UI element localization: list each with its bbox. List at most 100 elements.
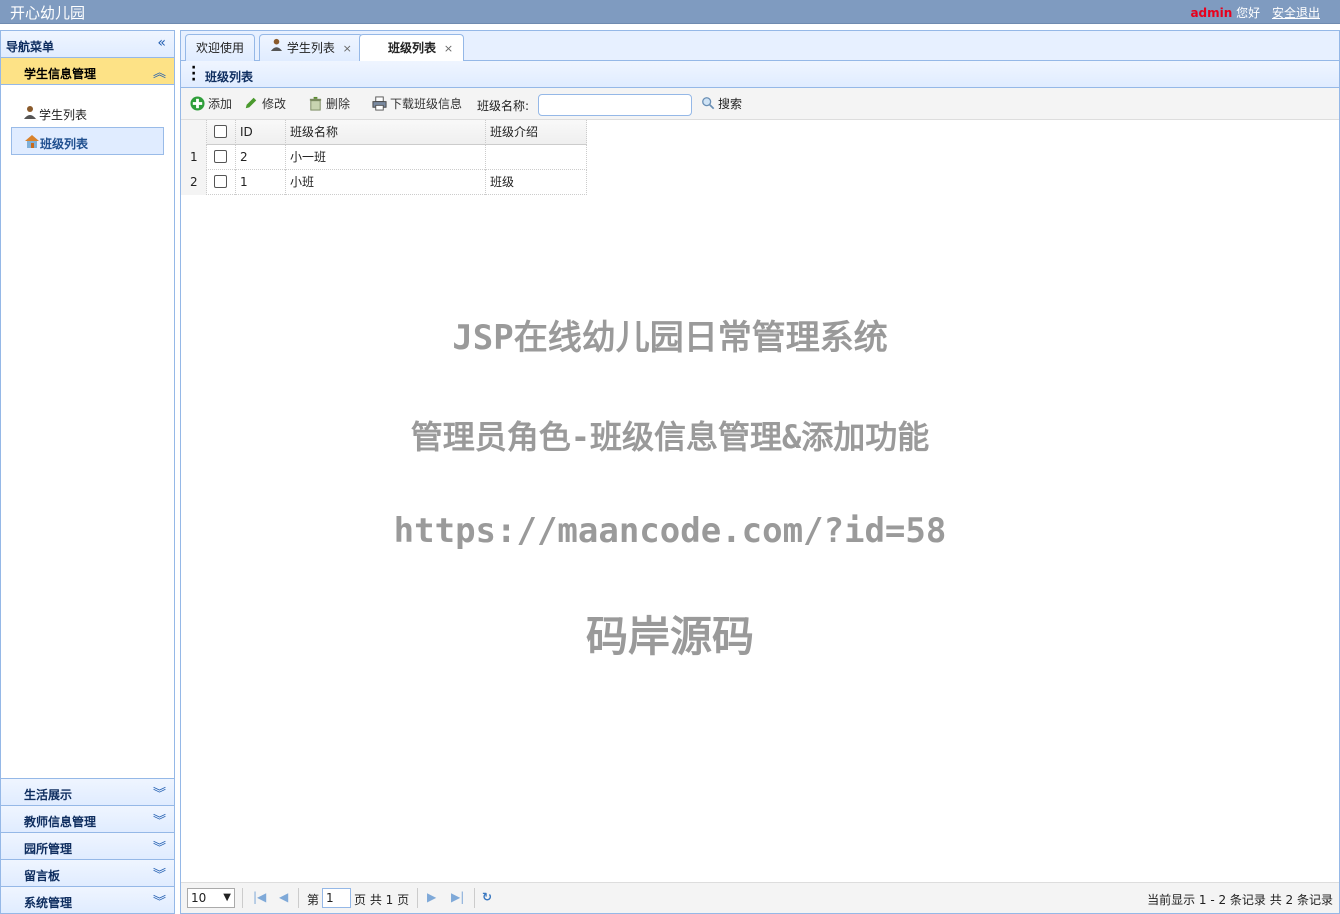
watermark-line-4: 码岸源码 [585,612,754,661]
row-checkbox-cell[interactable] [207,145,236,170]
edit-button[interactable]: 修改 [243,95,286,113]
page-prefix: 第 [307,893,320,907]
row-checkbox-cell[interactable] [207,170,236,195]
download-label: 下载班级信息 [390,97,463,111]
sidebar-item-label: 班级列表 [40,137,89,151]
pager-separator [417,888,418,908]
app-title: 开心幼儿园 [10,4,86,22]
table-row[interactable]: 1 2 小一班 [181,145,587,170]
accordion-title: 留言板 [24,869,61,883]
pager-separator [474,888,475,908]
search-label: 班级名称: [477,99,530,113]
sidebar-item-student-list[interactable]: 学生列表 [11,99,164,127]
watermark-line-1: JSP在线幼儿园日常管理系统 [452,318,888,358]
collapse-sidebar-icon[interactable]: « [157,35,166,51]
search-button[interactable]: 搜索 [701,95,742,113]
cell-id: 2 [236,145,286,170]
column-header-name[interactable]: 班级名称 [286,120,486,145]
download-button[interactable]: 下载班级信息 [371,95,462,113]
plus-icon [189,95,205,113]
tab-class-list[interactable]: 班级列表 × [359,34,465,62]
add-label: 添加 [208,97,233,111]
chevron-down-icon[interactable]: ︾ [153,810,166,829]
accordion-message-board[interactable]: 留言板 ︾ [1,859,174,886]
house-icon [24,134,39,148]
toolbar: 添加 修改 删除 下载班级信息 班级名称: 搜索 [181,88,1339,120]
cell-intro [486,145,587,170]
user-box: admin 您好 安全退出 [1190,4,1320,21]
tab-welcome[interactable]: 欢迎使用 [185,34,256,61]
search-icon [701,95,715,113]
tab-label: 班级列表 [388,41,437,55]
first-page-icon[interactable]: |◀ [253,890,266,904]
page-number-input[interactable]: 1 [322,888,351,908]
pencil-icon [243,95,259,113]
sidebar-title: 导航菜单 [6,40,55,54]
watermark-line-3: https://maancode.com/?id=58 [393,511,947,551]
accordion-student-management[interactable]: 学生信息管理 ︽ [1,58,174,85]
accordion-title: 园所管理 [24,842,73,856]
accordion-title: 教师信息管理 [24,815,97,829]
panel-title: 班级列表 [205,70,254,84]
accordion-title: 生活展示 [24,788,73,802]
row-checkbox[interactable] [214,175,227,188]
accordion-teacher-management[interactable]: 教师信息管理 ︾ [1,805,174,832]
sidebar: 导航菜单 « 学生信息管理 ︽ 学生列表 班级列表 生活展示 ︾ 教师信息管理 … [0,30,175,914]
app-header: 开心幼儿园 admin 您好 安全退出 [0,0,1340,24]
accordion-life-display[interactable]: 生活展示 ︾ [1,778,174,805]
accordion-system-management[interactable]: 系统管理 ︾ [1,886,174,913]
refresh-icon[interactable]: ↻ [482,890,492,904]
printer-icon [371,95,387,113]
tab-label: 学生列表 [286,41,335,55]
record-info: 当前显示 1 - 2 条记录 共 2 条记录 [1147,893,1333,907]
row-number: 2 [181,170,207,195]
row-checkbox[interactable] [214,150,227,163]
page-total-text: 页 共 1 页 [354,893,410,907]
user-icon [270,34,283,60]
page-size-value: 10 [191,891,207,905]
search-button-label: 搜索 [718,97,743,111]
row-number: 1 [181,145,207,170]
tab-label: 欢迎使用 [196,41,245,55]
prev-page-icon[interactable]: ◀ [279,890,288,904]
chevron-down-icon[interactable]: ︾ [153,783,166,802]
pager-separator [298,888,299,908]
select-all-checkbox[interactable] [214,125,227,138]
edit-label: 修改 [262,97,287,111]
last-page-icon[interactable]: ▶| [451,890,464,904]
accordion-title: 系统管理 [24,896,73,910]
tab-student-list[interactable]: 学生列表 × [259,34,363,61]
class-data-grid: ID 班级名称 班级介绍 1 2 小一班 2 1 小班 班级 [181,120,587,195]
chevron-down-icon[interactable]: ︾ [153,891,166,910]
page-size-select[interactable]: 10 ▼ [187,888,235,908]
close-icon[interactable]: × [343,42,352,55]
watermark-line-2: 管理员角色-班级信息管理&添加功能 [410,418,930,456]
chevron-down-icon[interactable]: ︾ [153,864,166,883]
cell-name: 小一班 [286,145,486,170]
logout-link[interactable]: 安全退出 [1272,6,1320,20]
delete-label: 删除 [326,97,351,111]
cell-id: 1 [236,170,286,195]
chevron-down-icon[interactable]: ︾ [153,837,166,856]
sidebar-item-label: 学生列表 [39,108,88,122]
table-row[interactable]: 2 1 小班 班级 [181,170,587,195]
add-button[interactable]: 添加 [189,95,232,113]
dots-icon: · · · [191,60,197,88]
main-area: 欢迎使用 学生列表 × 班级列表 × · · · 班级列表 添加 修改 删除 下… [180,30,1340,914]
accordion-campus-management[interactable]: 园所管理 ︾ [1,832,174,859]
accordion-title: 学生信息管理 [24,67,97,81]
chevron-down-icon: ▼ [223,892,231,903]
pager-separator [242,888,243,908]
next-page-icon[interactable]: ▶ [427,890,436,904]
delete-button[interactable]: 删除 [307,95,350,113]
column-header-intro[interactable]: 班级介绍 [486,120,587,145]
cell-intro: 班级 [486,170,587,195]
class-name-search-input[interactable] [538,94,692,116]
column-header-id[interactable]: ID [236,120,286,145]
sidebar-item-class-list[interactable]: 班级列表 [11,127,164,155]
cell-name: 小班 [286,170,486,195]
chevron-up-icon[interactable]: ︽ [153,62,166,81]
select-all-cell[interactable] [207,120,236,145]
close-icon[interactable]: × [444,42,453,55]
greeting: 您好 [1236,6,1261,20]
